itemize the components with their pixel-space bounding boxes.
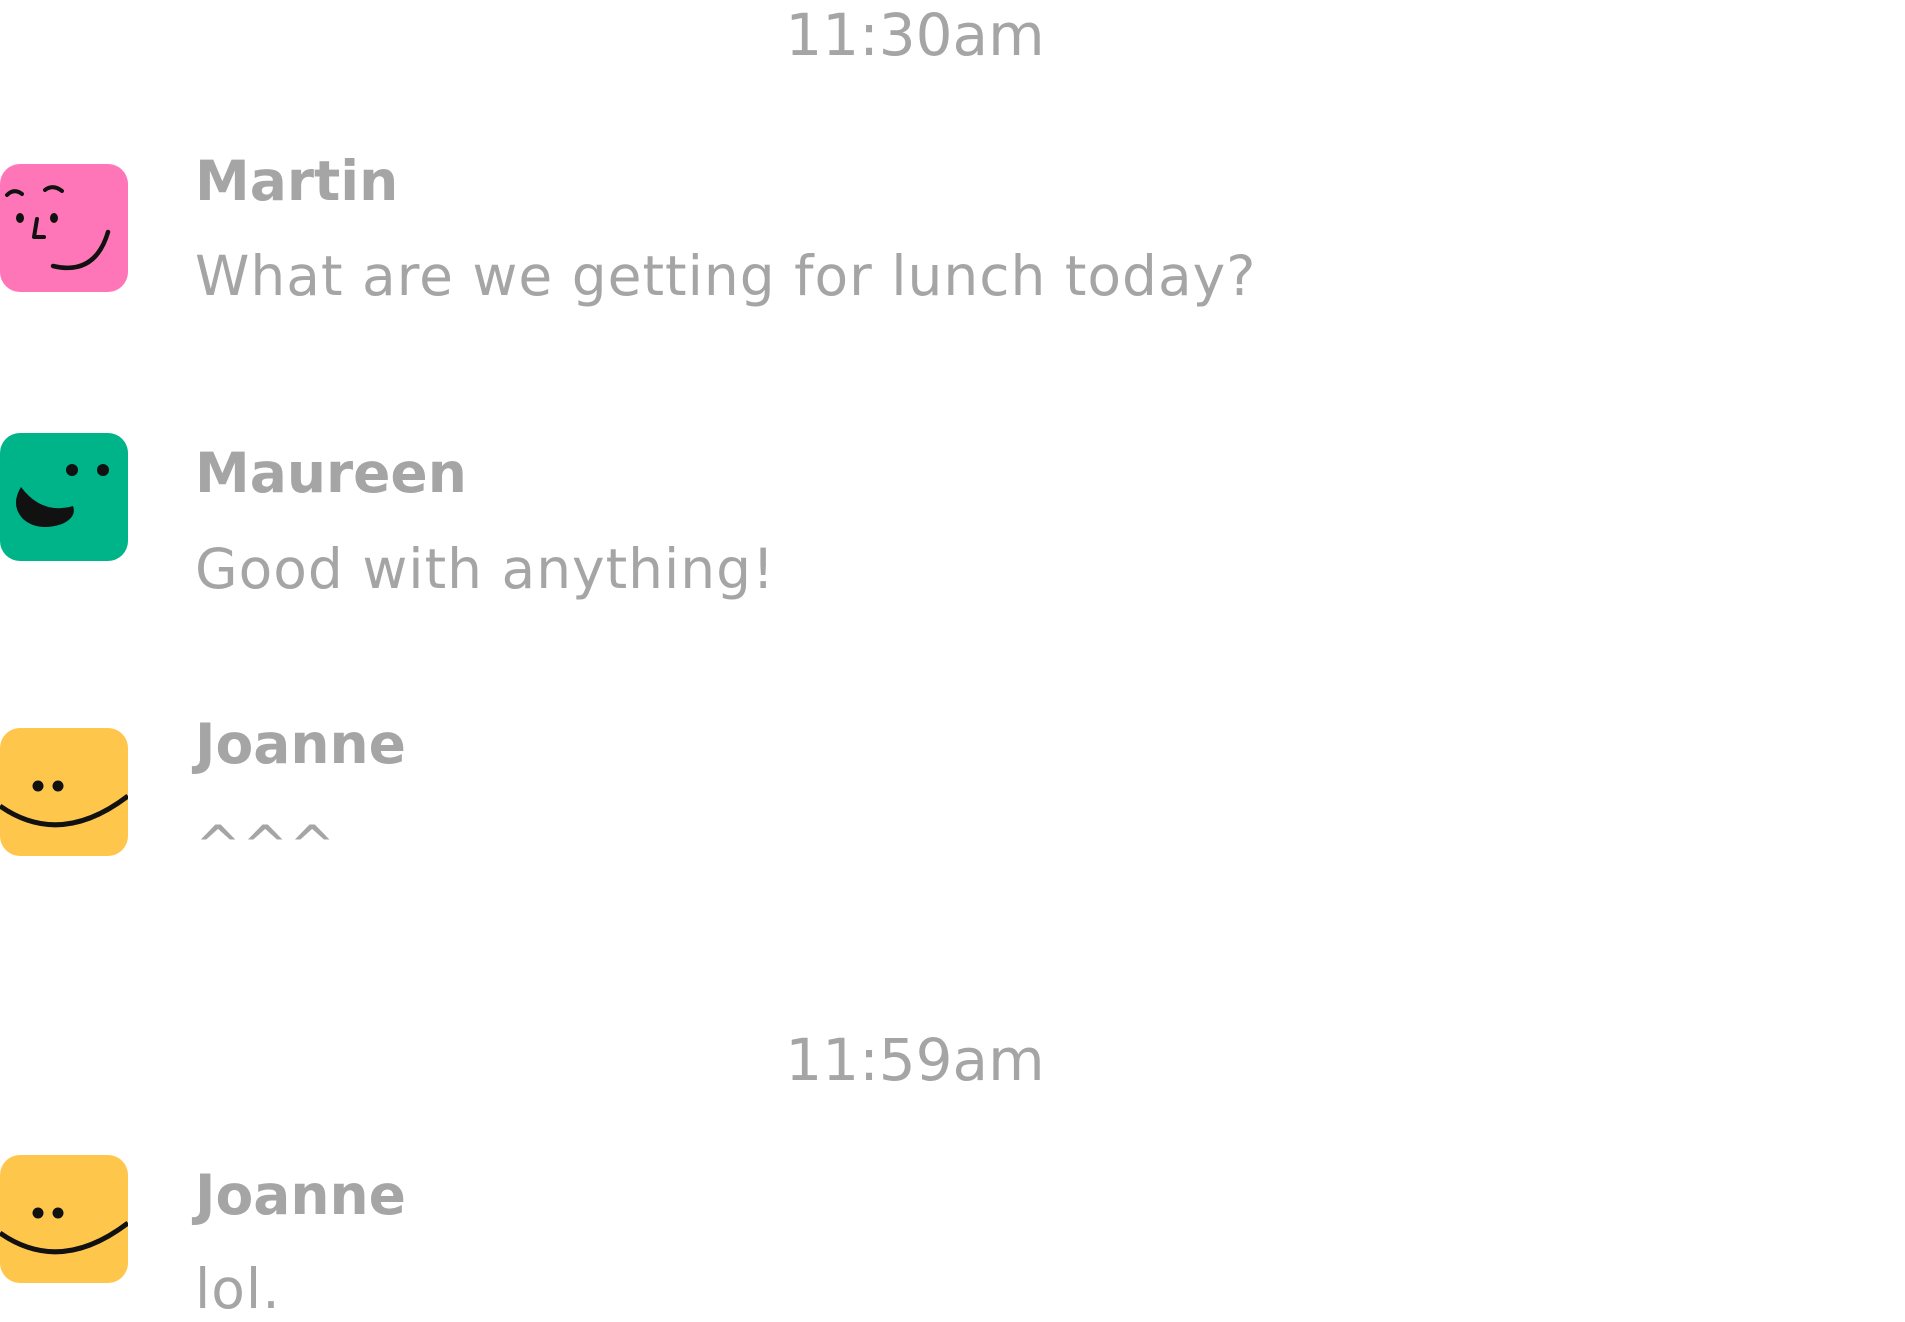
author-name: Martin bbox=[195, 149, 399, 213]
message-text: What are we getting for lunch today? bbox=[195, 244, 1257, 308]
wink-face-icon bbox=[5, 185, 111, 271]
timestamp: 11:59am bbox=[785, 1026, 1045, 1094]
message-text: lol. bbox=[195, 1257, 281, 1321]
laughing-face-icon bbox=[15, 464, 109, 528]
timestamp: 11:30am bbox=[785, 1, 1045, 69]
author-name: Joanne bbox=[195, 712, 406, 776]
avatar-joanne[interactable] bbox=[0, 728, 128, 856]
author-name: Maureen bbox=[195, 441, 467, 505]
avatar-maureen[interactable] bbox=[0, 433, 128, 561]
smiling-face-icon bbox=[0, 1207, 128, 1255]
message-text: Good with anything! bbox=[195, 537, 776, 601]
message-text: ^^^ bbox=[195, 814, 337, 878]
author-name: Joanne bbox=[195, 1163, 406, 1227]
avatar-martin[interactable] bbox=[0, 164, 128, 292]
smiling-face-icon bbox=[0, 780, 128, 828]
avatar-joanne[interactable] bbox=[0, 1155, 128, 1283]
